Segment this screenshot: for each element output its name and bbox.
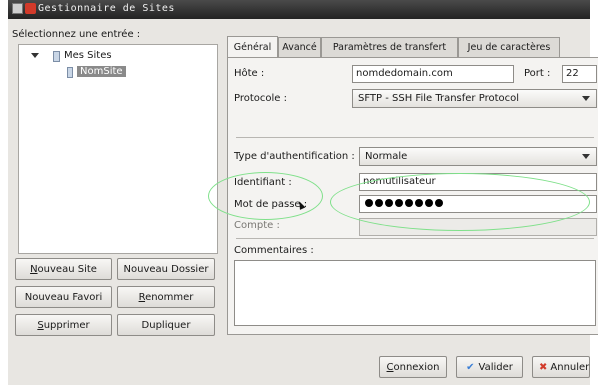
rename-button[interactable]: Renommer: [117, 286, 215, 308]
account-label: Compte :: [234, 220, 280, 231]
site-manager-window: Gestionnaire de Sites Sélectionnez une e…: [8, 0, 598, 385]
divider: [236, 137, 594, 138]
tab-transfer-settings[interactable]: Paramètres de transfert: [321, 37, 458, 57]
check-icon: ✔: [466, 361, 475, 373]
new-folder-button[interactable]: Nouveau Dossier: [117, 258, 215, 280]
duplicate-button[interactable]: Dupliquer: [117, 314, 215, 336]
new-bookmark-button[interactable]: Nouveau Favori: [15, 286, 112, 308]
window-title: Gestionnaire de Sites: [38, 3, 175, 14]
cancel-button[interactable]: ✖ Annuler: [532, 356, 590, 378]
port-input[interactable]: 22: [562, 65, 597, 83]
protocol-select[interactable]: SFTP - SSH File Transfer Protocol: [352, 89, 597, 108]
comments-textarea[interactable]: [234, 260, 596, 326]
tree-expander-icon[interactable]: [31, 53, 39, 58]
chevron-down-icon: [582, 96, 590, 101]
connect-button[interactable]: Connexion: [379, 356, 447, 378]
new-site-button[interactable]: Nouveau Site: [15, 258, 112, 280]
chevron-down-icon: [582, 154, 590, 159]
tree-item-site[interactable]: NomSite: [77, 66, 126, 77]
window-menu-icon[interactable]: [12, 3, 23, 14]
tree-item-my-sites[interactable]: Mes Sites: [64, 50, 112, 61]
tab-general[interactable]: Général: [227, 36, 278, 58]
port-label: Port :: [524, 68, 551, 79]
comments-label: Commentaires :: [234, 245, 314, 256]
folder-icon: [53, 51, 60, 62]
highlight-ring-labels: [208, 172, 323, 220]
host-input[interactable]: nomdedomain.com: [352, 65, 514, 83]
divider: [236, 238, 594, 239]
auth-type-label: Type d'authentification :: [234, 151, 355, 162]
protocol-label: Protocole :: [234, 93, 287, 104]
cancel-icon: ✖: [539, 361, 548, 373]
site-tree[interactable]: Mes Sites NomSite: [18, 44, 218, 254]
title-bar: Gestionnaire de Sites: [8, 0, 590, 19]
site-icon: [67, 67, 73, 78]
tab-advanced[interactable]: Avancé: [278, 37, 321, 57]
host-label: Hôte :: [234, 68, 265, 79]
delete-button[interactable]: Supprimer: [15, 314, 112, 336]
app-icon: [25, 3, 36, 14]
select-entry-label: Sélectionnez une entrée :: [12, 29, 141, 40]
tab-charset[interactable]: Jeu de caractères: [458, 37, 560, 57]
validate-button[interactable]: ✔ Valider: [456, 356, 523, 378]
highlight-ring-fields: [330, 173, 590, 231]
auth-type-select[interactable]: Normale: [359, 147, 597, 166]
